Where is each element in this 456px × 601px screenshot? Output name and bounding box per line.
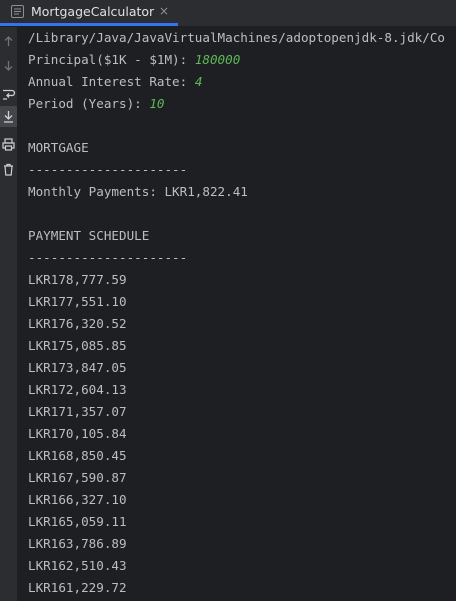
- command-line: /Library/Java/JavaVirtualMachines/adopto…: [28, 30, 446, 45]
- period-input: 10: [149, 96, 165, 111]
- arrow-up-icon[interactable]: [1, 34, 16, 49]
- print-icon[interactable]: [1, 137, 16, 152]
- arrow-down-icon[interactable]: [1, 58, 16, 73]
- tab-mortgage-calculator[interactable]: MortgageCalculator ×: [0, 0, 178, 26]
- close-icon[interactable]: ×: [156, 3, 172, 19]
- tab-bar: MortgageCalculator ×: [0, 0, 456, 27]
- schedule-row: LKR171,357.07: [28, 404, 127, 419]
- console-output[interactable]: /Library/Java/JavaVirtualMachines/adopto…: [18, 27, 456, 601]
- principal-line: Principal($1K - $1M): 180000: [28, 51, 240, 69]
- schedule-row: LKR161,229.72: [28, 580, 127, 595]
- period-line: Period (Years): 10: [28, 95, 165, 113]
- schedule-row: LKR168,850.45: [28, 448, 127, 463]
- schedule-row: LKR163,786.89: [28, 536, 127, 551]
- rate-line: Annual Interest Rate: 4: [28, 73, 202, 91]
- period-prompt: Period (Years):: [28, 96, 150, 111]
- console-icon: [11, 5, 24, 18]
- mortgage-divider: ---------------------: [28, 162, 188, 177]
- schedule-row: LKR165,059.11: [28, 514, 127, 529]
- rate-input: 4: [194, 74, 203, 89]
- principal-prompt: Principal($1K - $1M):: [28, 52, 195, 67]
- scroll-to-end-icon[interactable]: [1, 109, 16, 124]
- schedule-row: LKR178,777.59: [28, 272, 127, 287]
- schedule-row: LKR170,105.84: [28, 426, 127, 441]
- schedule-row: LKR166,327.10: [28, 492, 127, 507]
- schedule-row: LKR172,604.13: [28, 382, 127, 397]
- schedule-row: LKR167,590.87: [28, 470, 127, 485]
- rate-prompt: Annual Interest Rate:: [28, 74, 195, 89]
- trash-icon[interactable]: [1, 162, 16, 177]
- soft-wrap-icon[interactable]: [1, 87, 16, 102]
- schedule-divider: ---------------------: [28, 250, 188, 265]
- tab-title: MortgageCalculator: [31, 4, 155, 19]
- schedule-row: LKR175,085.85: [28, 338, 127, 353]
- monthly-payments: Monthly Payments: LKR1,822.41: [28, 184, 248, 199]
- schedule-row: LKR176,320.52: [28, 316, 127, 331]
- schedule-row: LKR177,551.10: [28, 294, 127, 309]
- schedule-row: LKR173,847.05: [28, 360, 127, 375]
- schedule-header: PAYMENT SCHEDULE: [28, 228, 150, 243]
- principal-input: 180000: [194, 52, 241, 67]
- schedule-row: LKR162,510.43: [28, 558, 127, 573]
- mortgage-header: MORTGAGE: [28, 140, 89, 155]
- console-toolbar: [0, 27, 18, 601]
